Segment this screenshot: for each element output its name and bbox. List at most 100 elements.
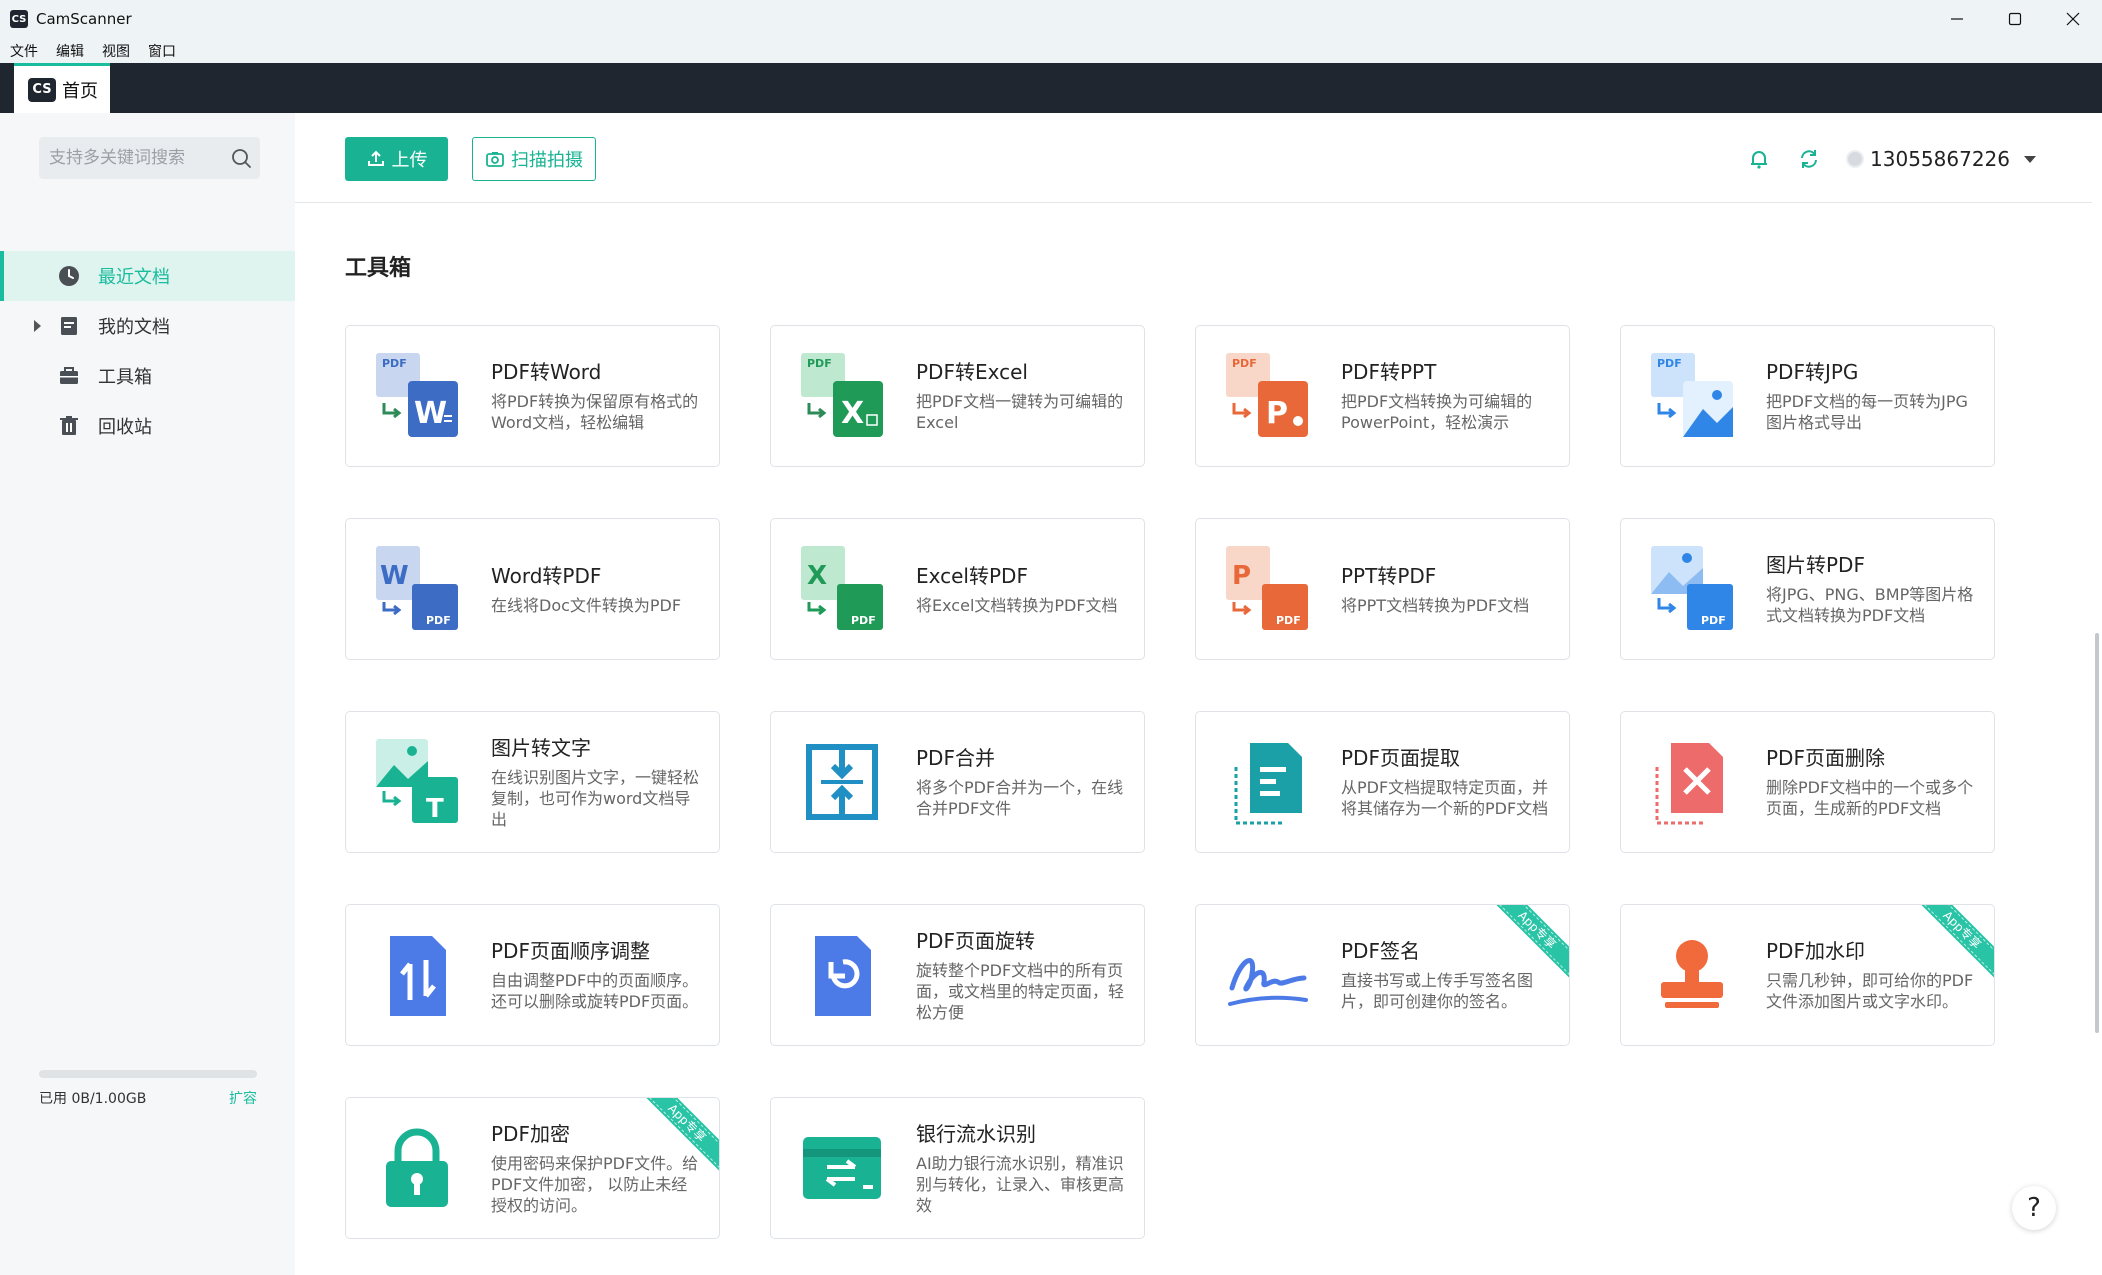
tool-card-text: PDF转JPG 把PDF文档的每一页转为JPG图片格式导出	[1766, 326, 1978, 466]
pdf-to-word-icon: PDF W	[372, 351, 462, 441]
tool-card-description: 将PDF转换为保留原有格式的Word文档，轻松编辑	[491, 392, 699, 432]
upload-icon	[367, 150, 384, 166]
menu-file[interactable]: 文件	[10, 41, 38, 61]
tool-card-title: 图片转文字	[491, 735, 591, 760]
tool-card[interactable]: PDF X PDF转Excel 把PDF文档一键转为可编辑的Excel	[770, 325, 1145, 467]
search-input[interactable]	[49, 148, 219, 168]
menu-window[interactable]: 窗口	[148, 41, 176, 61]
tool-card-title: PDF转JPG	[1766, 360, 1859, 384]
toolbox-icon	[58, 365, 80, 387]
top-toolbar: 上传 扫描拍摄 13055867226	[295, 113, 2102, 203]
sidebar: 最近文档 我的文档 工具箱 回收站 已用 0B/1.00GB 扩容	[0, 113, 295, 1275]
bell-icon[interactable]	[1746, 146, 1772, 172]
tool-card[interactable]: W PDF Word转PDF 在线将Doc文件转换为PDF	[345, 518, 720, 660]
tool-card-description: 把PDF文档转换为可编辑的PowerPoint，轻松演示	[1341, 392, 1533, 432]
tab-home[interactable]: CS 首页	[14, 63, 110, 113]
storage-indicator: 已用 0B/1.00GB 扩容	[39, 1070, 257, 1108]
tool-card[interactable]: P PDF PPT转PDF 将PPT文档转换为PDF文档	[1195, 518, 1570, 660]
window-title: CamScanner	[36, 10, 132, 28]
pdf-merge-icon	[797, 737, 887, 827]
scrollbar[interactable]	[2092, 113, 2102, 1275]
main-content: 上传 扫描拍摄 13055867226 工具箱 PDF W PDF转Word 将PDF…	[295, 113, 2102, 1275]
avatar[interactable]	[1846, 150, 1865, 168]
maximize-button[interactable]	[1986, 0, 2044, 38]
scan-label: 扫描拍摄	[511, 150, 583, 171]
word-to-pdf-icon: W PDF	[372, 544, 462, 634]
svg-text:PDF: PDF	[426, 614, 451, 627]
tool-card[interactable]: PDF W PDF转Word 将PDF转换为保留原有格式的Word文档，轻松编辑	[345, 325, 720, 467]
tool-card[interactable]: T 图片转文字 在线识别图片文字，一键轻松复制，也可作为word文档导出	[345, 711, 720, 853]
tab-strip: CS 首页	[0, 63, 2102, 113]
tool-card-text: PDF转Word 将PDF转换为保留原有格式的Word文档，轻松编辑	[491, 326, 703, 466]
tool-card-text: PDF转Excel 把PDF文档一键转为可编辑的Excel	[916, 326, 1128, 466]
sidebar-item-toolbox[interactable]: 工具箱	[0, 351, 295, 401]
tool-card[interactable]: PDF加密 使用密码来保护PDF文件。给PDF文件加密， 以防止未经授权的访问。 A…	[345, 1097, 720, 1239]
scan-button[interactable]: 扫描拍摄	[472, 137, 596, 181]
title-bar: CS CamScanner	[0, 0, 2102, 38]
tool-card-text: 图片转PDF 将JPG、PNG、BMP等图片格式文档转换为PDF文档	[1766, 519, 1978, 659]
tool-card-description: 旋转整个PDF文档中的所有页面，或文档里的特定页面，轻松方便	[916, 960, 1125, 1022]
tool-card-title: PDF合并	[916, 746, 995, 770]
tool-card[interactable]: PDF页面旋转 旋转整个PDF文档中的所有页面，或文档里的特定页面，轻松方便	[770, 904, 1145, 1046]
cs-logo-icon: CS	[28, 77, 56, 102]
menu-view[interactable]: 视图	[102, 41, 130, 61]
tool-card[interactable]: PDF页面删除 删除PDF文档中的一个或多个页面，生成新的PDF文档	[1620, 711, 1995, 853]
tool-card[interactable]: PDF P PDF转PPT 把PDF文档转换为可编辑的PowerPoint，轻松演示	[1195, 325, 1570, 467]
tool-card[interactable]: PDF合并将多个PDF合并为一个，在线合并PDF文件	[770, 711, 1145, 853]
tool-card-text: PDF页面顺序调整 自由调整PDF中的页面顺序。还可以删除或旋转PDF页面。	[491, 905, 703, 1045]
svg-text:X: X	[841, 396, 864, 431]
help-button[interactable]: ?	[2012, 1186, 2056, 1230]
sync-icon[interactable]	[1796, 146, 1822, 172]
tool-card-title: PDF转PPT	[1341, 360, 1437, 384]
trash-icon	[58, 415, 80, 437]
account-name[interactable]: 13055867226	[1870, 147, 2010, 171]
tool-card-text: PDF合并将多个PDF合并为一个，在线合并PDF文件	[916, 712, 1128, 852]
tool-card-description: 把PDF文档一键转为可编辑的Excel	[916, 392, 1124, 432]
expand-storage-link[interactable]: 扩容	[229, 1088, 257, 1108]
sidebar-item-label: 工具箱	[98, 367, 152, 388]
tool-card-description: 将Excel文档转换为PDF文档	[916, 595, 1118, 615]
upload-label: 上传	[391, 150, 428, 171]
tool-card[interactable]: PDF加水印 只需几秒钟，即可给你的PDF文件添加图片或文字水印。 App专享	[1620, 904, 1995, 1046]
signature-icon	[1222, 930, 1312, 1020]
tool-card[interactable]: PDF页面顺序调整 自由调整PDF中的页面顺序。还可以删除或旋转PDF页面。	[345, 904, 720, 1046]
svg-text:W: W	[414, 396, 447, 431]
tool-card-title: 图片转PDF	[1766, 553, 1865, 577]
sidebar-item-recent[interactable]: 最近文档	[0, 251, 295, 301]
tool-card-description: 将多个PDF合并为一个，在线合并PDF文件	[916, 778, 1124, 818]
pdf-extract-icon	[1222, 737, 1312, 827]
close-button[interactable]	[2044, 0, 2102, 38]
sidebar-item-my-docs[interactable]: 我的文档	[0, 301, 295, 351]
svg-text:PDF: PDF	[851, 614, 876, 627]
search-box	[39, 137, 260, 179]
window-controls	[1928, 0, 2102, 38]
document-icon	[58, 315, 80, 337]
minimize-button[interactable]	[1928, 0, 1986, 38]
search-icon[interactable]	[230, 147, 252, 169]
bank-statement-icon	[797, 1123, 887, 1213]
tool-card[interactable]: X PDF Excel转PDF 将Excel文档转换为PDF文档	[770, 518, 1145, 660]
tool-card-description: 在线识别图片文字，一键轻松复制，也可作为word文档导出	[491, 767, 700, 829]
tool-card[interactable]: PDF页面提取 从PDF文档提取特定页面，并将其储存为一个新的PDF文档	[1195, 711, 1570, 853]
tool-card[interactable]: PDF PDF转JPG 把PDF文档的每一页转为JPG图片格式导出	[1620, 325, 1995, 467]
tool-card-text: 图片转文字在线识别图片文字，一键轻松复制，也可作为word文档导出	[491, 712, 703, 852]
svg-text:W: W	[380, 561, 409, 591]
ppt-to-pdf-icon: P PDF	[1222, 544, 1312, 634]
tool-card[interactable]: PDF 图片转PDF 将JPG、PNG、BMP等图片格式文档转换为PDF文档	[1620, 518, 1995, 660]
storage-used-label: 已用 0B/1.00GB	[39, 1091, 147, 1107]
tool-card-title: PDF页面提取	[1341, 746, 1460, 770]
storage-progress-bar	[39, 1070, 257, 1078]
tool-card-title: PPT转PDF	[1341, 563, 1437, 588]
menu-edit[interactable]: 编辑	[56, 41, 84, 61]
scrollbar-thumb[interactable]	[2095, 633, 2099, 1033]
section-title: 工具箱	[345, 256, 412, 281]
expand-caret-icon[interactable]	[34, 320, 41, 332]
tool-card-title: PDF加水印	[1766, 939, 1865, 963]
account-dropdown-icon[interactable]	[2024, 155, 2036, 163]
tool-card[interactable]: 银行流水识别 AI助力银行流水识别，精准识别与转化，让录入、审核更高效	[770, 1097, 1145, 1239]
image-to-pdf-icon: PDF	[1647, 544, 1737, 634]
tool-card-title: PDF转Excel	[916, 360, 1028, 384]
tool-card[interactable]: PDF签名 直接书写或上传手写签名图片，即可创建你的签名。 App专享	[1195, 904, 1570, 1046]
sidebar-item-trash[interactable]: 回收站	[0, 401, 295, 451]
upload-button[interactable]: 上传	[345, 137, 448, 181]
